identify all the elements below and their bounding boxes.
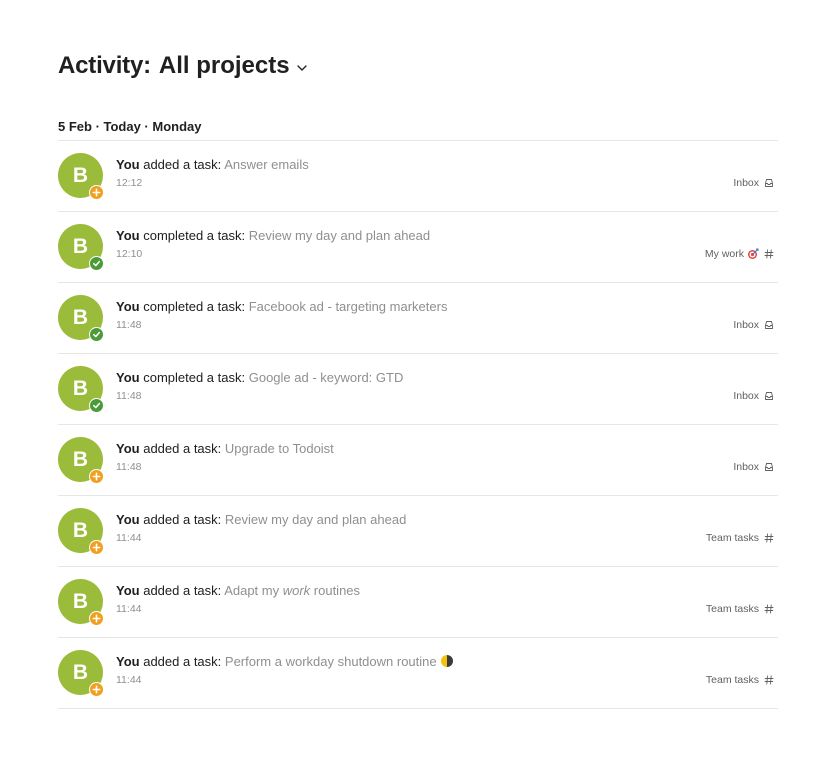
activity-item[interactable]: B You added a task: Adapt my work routin… [58, 567, 778, 638]
half-moon-icon [440, 655, 453, 667]
project-link[interactable]: Team tasks [706, 603, 774, 615]
added-badge-icon [89, 611, 104, 626]
activity-task[interactable]: Perform a workday shutdown routine [225, 654, 437, 669]
activity-text: You added a task: Upgrade to Todoist [116, 441, 334, 456]
activity-text: You completed a task: Google ad - keywor… [116, 370, 403, 385]
activity-action: added a task: [143, 157, 222, 172]
project-link[interactable]: Inbox [733, 319, 774, 331]
activity-time: 11:48 [116, 390, 142, 402]
inbox-icon [765, 179, 773, 187]
activity-task[interactable]: Review my day and plan ahead [249, 228, 430, 243]
activity-item[interactable]: B You added a task: Upgrade to Todoist 1… [58, 425, 778, 496]
activity-action: completed a task: [143, 299, 246, 314]
activity-time: 11:44 [116, 674, 142, 686]
activity-time: 11:48 [116, 461, 142, 473]
project-name[interactable]: Inbox [733, 390, 759, 402]
project-link[interactable]: My work [705, 248, 774, 260]
activity-action: added a task: [143, 654, 222, 669]
activity-item[interactable]: B You completed a task: Google ad - keyw… [58, 354, 778, 425]
project-link[interactable]: Team tasks [706, 532, 774, 544]
activity-task[interactable]: Review my day and plan ahead [225, 512, 406, 527]
activity-action: added a task: [143, 441, 222, 456]
inbox-icon [765, 463, 773, 471]
activity-time: 11:44 [116, 532, 142, 544]
completed-badge-icon [89, 398, 104, 413]
activity-actor: You [116, 654, 140, 669]
activity-task-pre: Adapt my [224, 583, 283, 598]
activity-text: You completed a task: Review my day and … [116, 228, 430, 243]
activity-task[interactable]: Facebook ad - targeting marketers [249, 299, 448, 314]
activity-item[interactable]: B You added a task: Review my day and pl… [58, 496, 778, 567]
activity-task[interactable]: Answer emails [224, 157, 309, 172]
page-header: Activity: All projects [58, 52, 308, 80]
activity-action: completed a task: [143, 228, 246, 243]
activity-text: You added a task: Review my day and plan… [116, 512, 406, 527]
inbox-icon [765, 392, 773, 400]
activity-actor: You [116, 157, 140, 172]
project-link[interactable]: Inbox [733, 177, 774, 189]
inbox-icon [765, 321, 773, 329]
activity-time: 12:12 [116, 177, 143, 189]
activity-actor: You [116, 583, 140, 598]
hash-icon [764, 604, 774, 614]
activity-actor: You [116, 441, 140, 456]
project-link[interactable]: Inbox [733, 390, 774, 402]
activity-action: added a task: [143, 583, 222, 598]
activity-actor: You [116, 512, 140, 527]
completed-badge-icon [89, 256, 104, 271]
activity-task-emphasis: work [282, 583, 311, 598]
activity-text: You added a task: Answer emails [116, 157, 309, 172]
hash-icon [764, 675, 774, 685]
activity-item[interactable]: B You added a task: Perform a workday sh… [58, 638, 778, 709]
hash-icon [764, 533, 774, 543]
activity-text: You completed a task: Facebook ad - targ… [116, 299, 447, 314]
activity-item[interactable]: B You completed a task: Facebook ad - ta… [58, 283, 778, 354]
activity-text: You added a task: Adapt my work routines [116, 583, 360, 598]
added-badge-icon [89, 469, 104, 484]
completed-badge-icon [89, 327, 104, 342]
project-name[interactable]: Inbox [733, 461, 759, 473]
project-link[interactable]: Team tasks [706, 674, 774, 686]
added-badge-icon [89, 682, 104, 697]
added-badge-icon [89, 540, 104, 555]
hash-icon [764, 249, 774, 259]
activity-action: completed a task: [143, 370, 246, 385]
activity-task[interactable]: Upgrade to Todoist [225, 441, 334, 456]
activity-actor: You [116, 370, 140, 385]
activity-time: 11:48 [116, 319, 142, 331]
activity-actor: You [116, 299, 140, 314]
activity-task[interactable]: Google ad - keyword: GTD [249, 370, 404, 385]
project-name[interactable]: Team tasks [706, 532, 759, 544]
project-name[interactable]: Inbox [733, 319, 759, 331]
project-name[interactable]: My work [705, 248, 744, 260]
project-filter-dropdown[interactable]: All projects [151, 52, 308, 80]
activity-task[interactable]: Adapt my work routines [224, 583, 360, 598]
project-name[interactable]: Inbox [733, 177, 759, 189]
activity-action: added a task: [143, 512, 222, 527]
project-name[interactable]: Team tasks [706, 674, 759, 686]
page-title: Activity: [58, 52, 151, 79]
project-link[interactable]: Inbox [733, 461, 774, 473]
chevron-down-icon[interactable] [296, 62, 308, 74]
activity-time: 11:44 [116, 603, 142, 615]
activity-text: You added a task: Perform a workday shut… [116, 654, 453, 669]
activity-actor: You [116, 228, 140, 243]
activity-item[interactable]: B You completed a task: Review my day an… [58, 212, 778, 283]
activity-item[interactable]: B You added a task: Answer emails 12:12 … [58, 141, 778, 212]
project-name[interactable]: Team tasks [706, 603, 759, 615]
activity-list: B You added a task: Answer emails 12:12 … [58, 141, 778, 709]
added-badge-icon [89, 185, 104, 200]
target-icon [748, 248, 759, 259]
day-section-header: 5 Feb · Today · Monday [58, 119, 778, 141]
project-filter-label[interactable]: All projects [159, 52, 290, 80]
activity-task-post: routines [310, 583, 361, 598]
activity-time: 12:10 [116, 248, 143, 260]
